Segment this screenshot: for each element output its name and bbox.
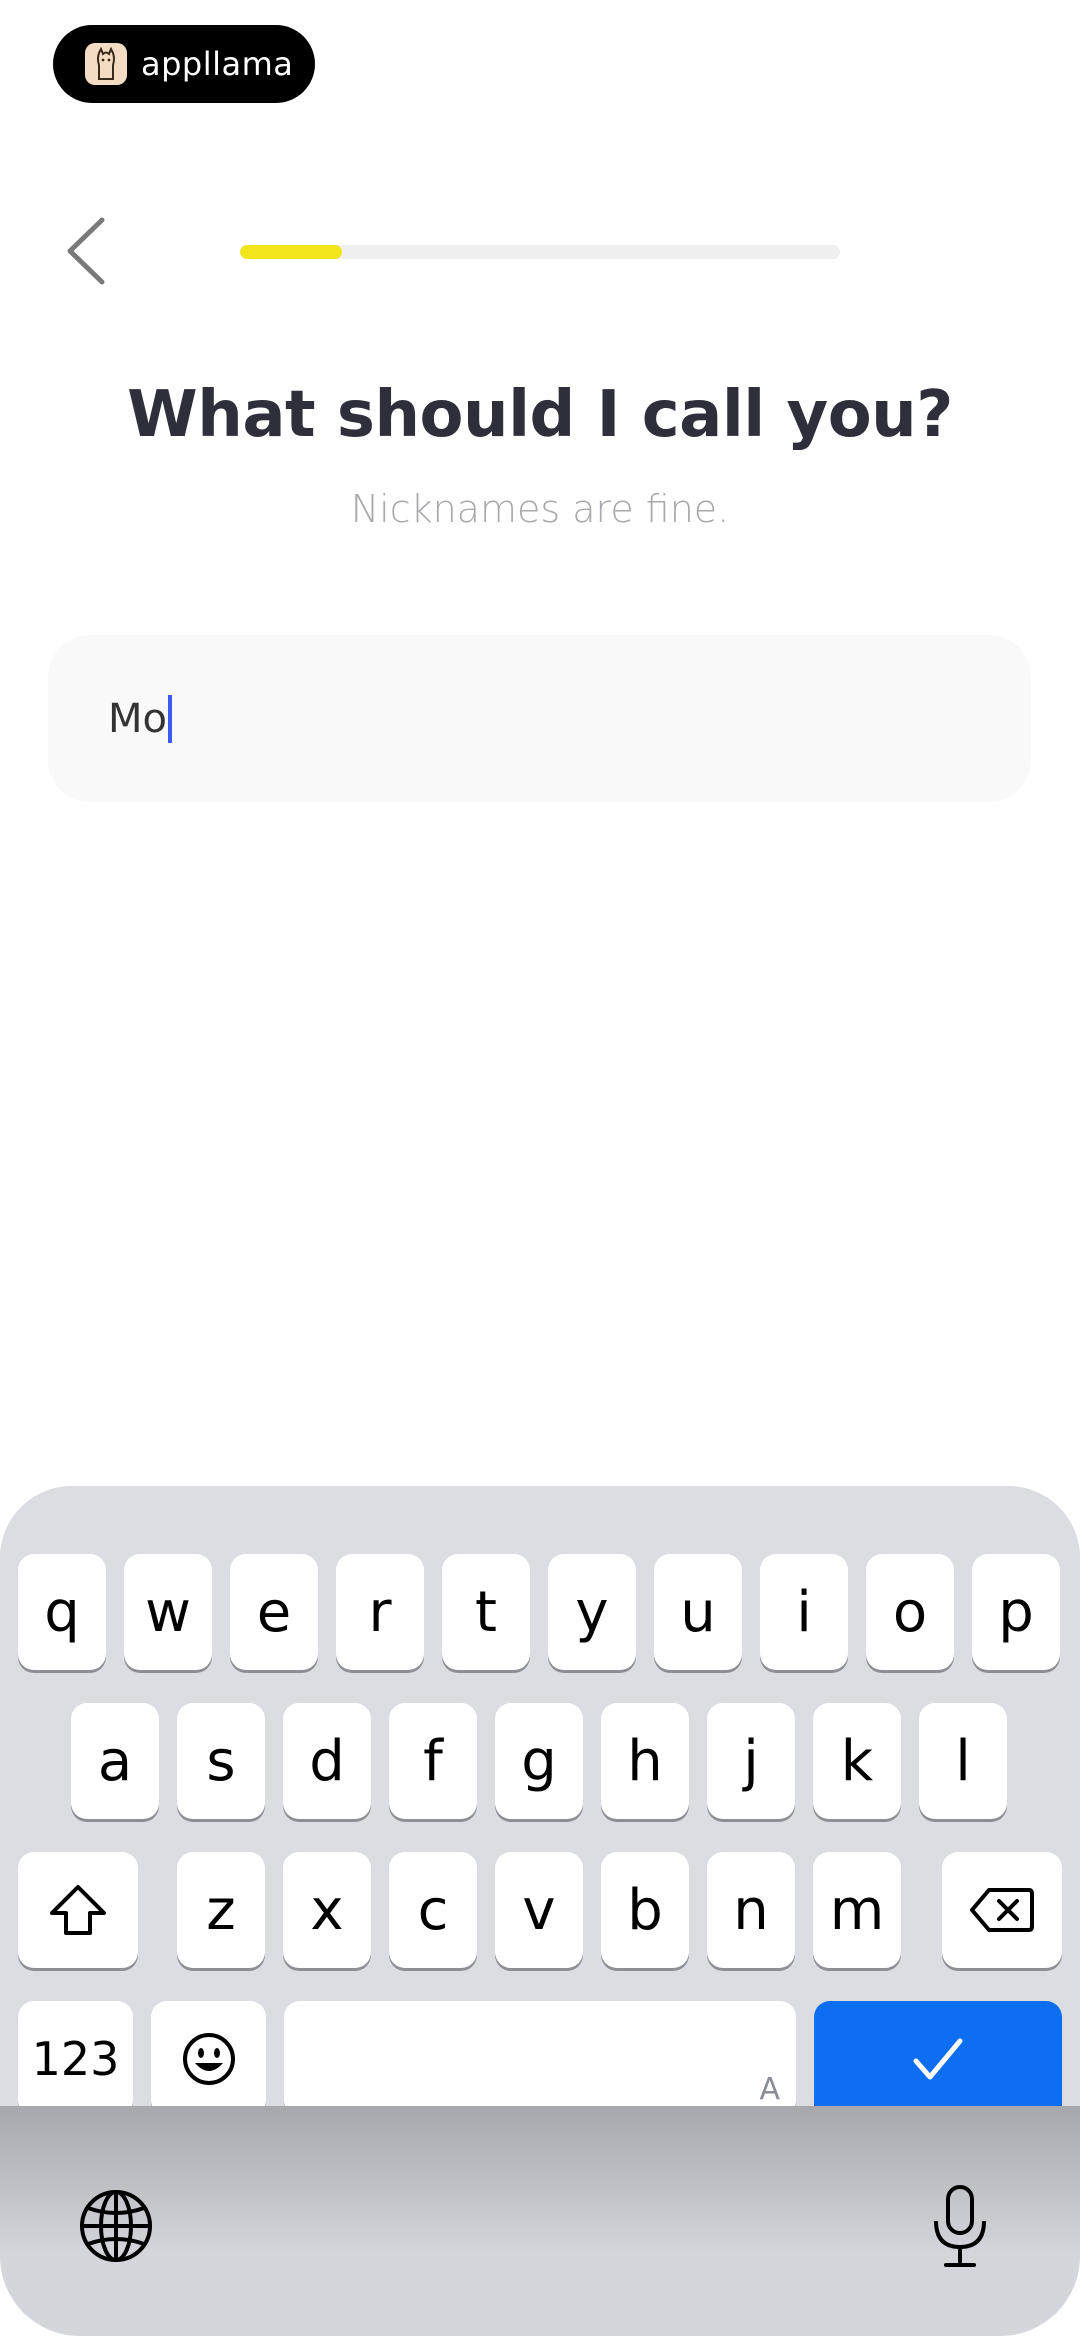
page-subtitle: Nicknames are fine. — [350, 487, 730, 531]
microphone-icon — [934, 2185, 986, 2267]
key-m[interactable]: m — [813, 1852, 901, 1968]
key-s[interactable]: s — [177, 1703, 265, 1819]
key-a[interactable]: a — [71, 1703, 159, 1819]
key-y[interactable]: y — [548, 1554, 636, 1670]
brand-pill: appllama — [53, 25, 315, 103]
key-d[interactable]: d — [283, 1703, 371, 1819]
key-l[interactable]: l — [919, 1703, 1007, 1819]
brand-name: appllama — [141, 45, 294, 83]
emoji-key[interactable] — [151, 2001, 266, 2117]
space-hint-label: A — [759, 2072, 780, 2107]
checkmark-icon — [913, 2038, 963, 2080]
backspace-key[interactable] — [942, 1852, 1062, 1968]
name-input[interactable]: Mo — [48, 635, 1031, 802]
shift-icon — [50, 1885, 106, 1935]
onboarding-screen: appllama What should I call you? Nicknam… — [0, 0, 1080, 2336]
key-c[interactable]: c — [389, 1852, 477, 1968]
key-t[interactable]: t — [442, 1554, 530, 1670]
key-i[interactable]: i — [760, 1554, 848, 1670]
backspace-icon — [970, 1888, 1034, 1932]
shift-key[interactable] — [18, 1852, 138, 1968]
key-w[interactable]: w — [124, 1554, 212, 1670]
key-p[interactable]: p — [972, 1554, 1060, 1670]
dictation-button[interactable] — [920, 2180, 1000, 2272]
globe-icon — [80, 2190, 152, 2262]
key-b[interactable]: b — [601, 1852, 689, 1968]
key-e[interactable]: e — [230, 1554, 318, 1670]
back-button[interactable] — [56, 210, 116, 292]
text-caret — [167, 694, 172, 743]
key-z[interactable]: z — [177, 1852, 265, 1968]
key-o[interactable]: o — [866, 1554, 954, 1670]
key-q[interactable]: q — [18, 1554, 106, 1670]
key-f[interactable]: f — [389, 1703, 477, 1819]
globe-button[interactable] — [76, 2186, 156, 2266]
llama-logo-icon — [85, 43, 127, 85]
on-screen-keyboard: q w e r t y u i o p a s d f g h j k l z … — [0, 1486, 1080, 2336]
key-u[interactable]: u — [654, 1554, 742, 1670]
progress-bar — [240, 245, 840, 259]
name-input-value: Mo — [108, 695, 167, 742]
confirm-key[interactable] — [814, 2001, 1062, 2117]
progress-bar-fill — [240, 245, 342, 259]
key-v[interactable]: v — [495, 1852, 583, 1968]
key-g[interactable]: g — [495, 1703, 583, 1819]
key-n[interactable]: n — [707, 1852, 795, 1968]
space-key[interactable]: A — [284, 2001, 796, 2117]
key-x[interactable]: x — [283, 1852, 371, 1968]
key-j[interactable]: j — [707, 1703, 795, 1819]
emoji-icon — [182, 2033, 235, 2085]
key-r[interactable]: r — [336, 1554, 424, 1670]
numbers-key[interactable]: 123 — [18, 2001, 133, 2117]
key-k[interactable]: k — [813, 1703, 901, 1819]
chevron-left-icon — [67, 217, 105, 285]
key-h[interactable]: h — [601, 1703, 689, 1819]
page-title: What should I call you? — [127, 378, 953, 452]
